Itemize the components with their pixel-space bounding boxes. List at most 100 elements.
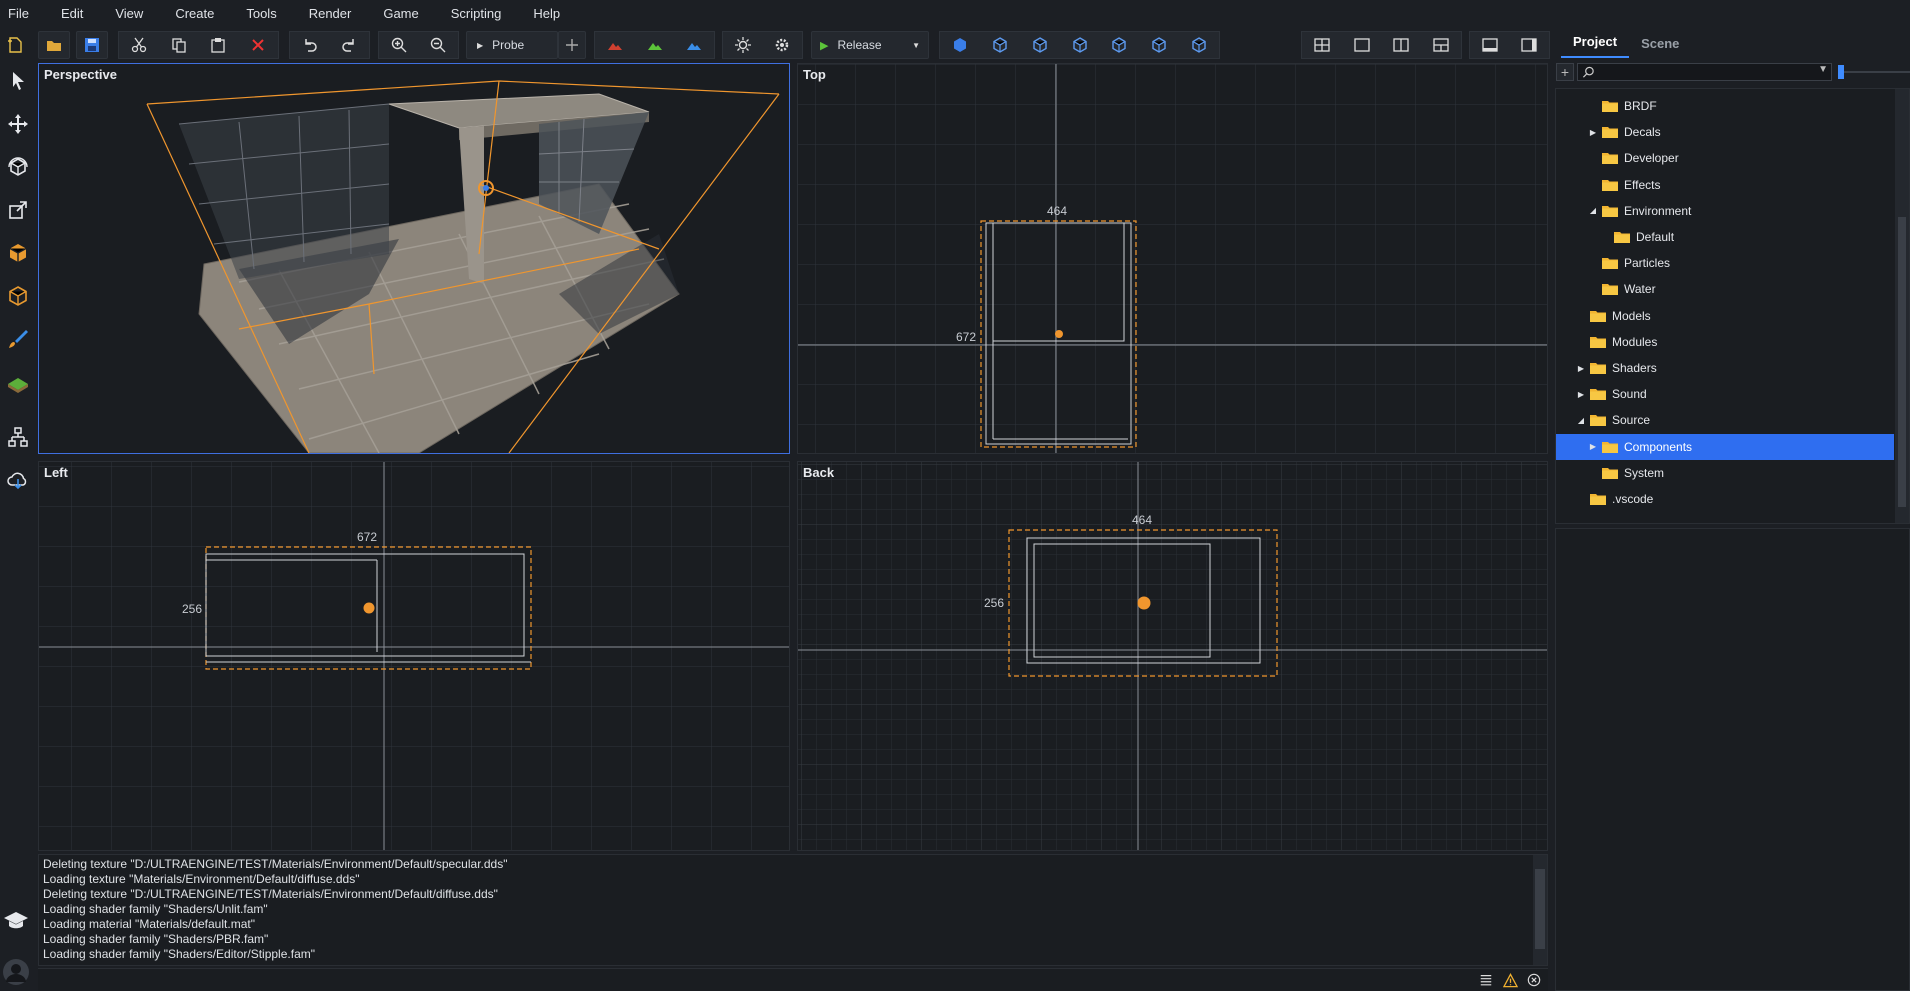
menu-tools[interactable]: Tools [237, 0, 299, 28]
project-tree[interactable]: BRDF ▶ Decals Developer Effects ◢ Environment D… [1555, 88, 1910, 524]
tree-item-effects[interactable]: Effects [1556, 172, 1894, 198]
terrain-green-button[interactable] [635, 32, 675, 58]
menu-render[interactable]: Render [300, 0, 375, 28]
collapsed-arrow-icon[interactable]: ▶ [1588, 128, 1598, 137]
search-input[interactable]: ▼ [1577, 63, 1832, 81]
tree-item-modules[interactable]: Modules [1556, 329, 1894, 355]
undo-button[interactable] [290, 32, 330, 58]
layout-vsplit-button[interactable] [1382, 32, 1422, 58]
save-button[interactable] [76, 31, 108, 59]
shape-cone-button[interactable] [1099, 32, 1139, 58]
hierarchy-tool-button[interactable] [3, 418, 33, 456]
terrain-blue-button[interactable] [674, 32, 714, 58]
cloud-download-button[interactable] [3, 461, 33, 499]
vertex-tool-button[interactable] [3, 277, 33, 315]
zoom-out-button[interactable] [419, 32, 459, 58]
collapsed-arrow-icon[interactable]: ▶ [1588, 442, 1598, 451]
light-settings-button[interactable] [723, 32, 763, 58]
tree-item-decals[interactable]: ▶ Decals [1556, 119, 1894, 145]
probe-dropdown[interactable]: ▶ Probe [466, 31, 558, 59]
shape-cylinder-button[interactable] [1020, 32, 1060, 58]
shape-box-button[interactable] [940, 32, 980, 58]
chevron-down-icon[interactable]: ▼ [1818, 64, 1828, 75]
tree-item-system[interactable]: System [1556, 460, 1894, 486]
settings-button[interactable] [763, 32, 803, 58]
tree-scroll-thumb[interactable] [1898, 217, 1906, 507]
console-output[interactable]: Deleting texture "D:/ULTRAENGINE/TEST/Ma… [38, 854, 1548, 966]
add-asset-button[interactable]: + [1556, 63, 1574, 81]
shape-sphere-button[interactable] [1060, 32, 1100, 58]
log-list-icon[interactable] [1478, 972, 1494, 988]
tab-scene[interactable]: Scene [1629, 36, 1691, 58]
collapsed-arrow-icon[interactable]: ▶ [1576, 364, 1586, 373]
open-folder-button[interactable] [38, 31, 70, 59]
paint-tool-button[interactable] [3, 320, 33, 358]
back-viewport[interactable]: Back 464 256 [797, 461, 1548, 851]
perspective-viewport[interactable]: Perspective [38, 63, 790, 454]
menu-game[interactable]: Game [374, 0, 441, 28]
terrain-tool-button[interactable] [3, 363, 33, 401]
build-config-dropdown[interactable]: ▶ Release ▼ [811, 31, 929, 59]
tab-project[interactable]: Project [1561, 34, 1630, 58]
menu-file[interactable]: File [0, 0, 52, 28]
collapsed-arrow-icon[interactable]: ▶ [1576, 390, 1586, 399]
select-tool-button[interactable] [3, 62, 33, 100]
tree-item-sound[interactable]: ▶ Sound [1556, 381, 1894, 407]
viewport-label-left: Left [44, 465, 68, 480]
error-icon[interactable] [1526, 972, 1542, 988]
shape-torus-button[interactable] [1139, 32, 1179, 58]
expanded-arrow-icon[interactable]: ◢ [1576, 416, 1586, 425]
tree-item-models[interactable]: Models [1556, 303, 1894, 329]
orange-cube-icon [9, 244, 27, 262]
zoom-in-button[interactable] [379, 32, 419, 58]
warning-icon[interactable] [1502, 972, 1518, 988]
add-button[interactable] [558, 31, 586, 59]
tree-item-water[interactable]: Water [1556, 276, 1894, 302]
layout-quad-button[interactable] [1302, 32, 1342, 58]
tree-item-developer[interactable]: Developer [1556, 145, 1894, 171]
delete-button[interactable] [238, 32, 278, 58]
console-scroll-thumb[interactable] [1535, 869, 1545, 949]
tree-item-shaders[interactable]: ▶ Shaders [1556, 355, 1894, 381]
tree-item-components[interactable]: ▶ Components [1556, 433, 1894, 460]
menu-create[interactable]: Create [166, 0, 237, 28]
tree-scrollbar[interactable] [1895, 89, 1909, 523]
expanded-arrow-icon[interactable]: ◢ [1588, 206, 1598, 215]
layout-tri-button[interactable] [1421, 32, 1461, 58]
tree-item-particles[interactable]: Particles [1556, 250, 1894, 276]
tree-item-brdf[interactable]: BRDF [1556, 93, 1894, 119]
cut-button[interactable] [119, 32, 159, 58]
cube-icon [1072, 37, 1087, 53]
menu-edit[interactable]: Edit [52, 0, 106, 28]
toggle-side-panel-button[interactable] [1510, 32, 1550, 58]
toggle-bottom-panel-button[interactable] [1470, 32, 1510, 58]
folder-icon [1590, 310, 1606, 322]
left-viewport[interactable]: Left 672 256 [38, 461, 790, 851]
thumbnail-size-slider[interactable] [1838, 65, 1910, 79]
rotate-tool-button[interactable] [3, 148, 33, 186]
learn-button[interactable] [2, 906, 30, 934]
top-viewport[interactable]: Top 464 672 [797, 63, 1548, 454]
move-tool-button[interactable] [3, 105, 33, 143]
layout-single-button[interactable] [1342, 32, 1382, 58]
scale-tool-button[interactable] [3, 191, 33, 229]
tree-item-environment[interactable]: ◢ Environment [1556, 198, 1894, 224]
redo-button[interactable] [330, 32, 370, 58]
new-icon[interactable] [2, 31, 28, 59]
menu-view[interactable]: View [106, 0, 166, 28]
tree-item-vscode[interactable]: .vscode [1556, 486, 1894, 512]
terrain-red-button[interactable] [595, 32, 635, 58]
tree-item-source[interactable]: ◢ Source [1556, 407, 1894, 433]
cube-icon [993, 37, 1007, 53]
copy-button[interactable] [159, 32, 199, 58]
console-scrollbar[interactable] [1533, 855, 1547, 965]
menu-help[interactable]: Help [524, 0, 583, 28]
paste-button[interactable] [199, 32, 239, 58]
shape-wedge-button[interactable] [980, 32, 1020, 58]
avatar[interactable] [2, 958, 30, 986]
menu-scripting[interactable]: Scripting [442, 0, 525, 28]
box-brush-tool-button[interactable] [3, 234, 33, 272]
tree-item-default[interactable]: Default [1556, 224, 1894, 250]
slider-knob[interactable] [1838, 65, 1844, 79]
shape-pyramid-button[interactable] [1179, 32, 1219, 58]
